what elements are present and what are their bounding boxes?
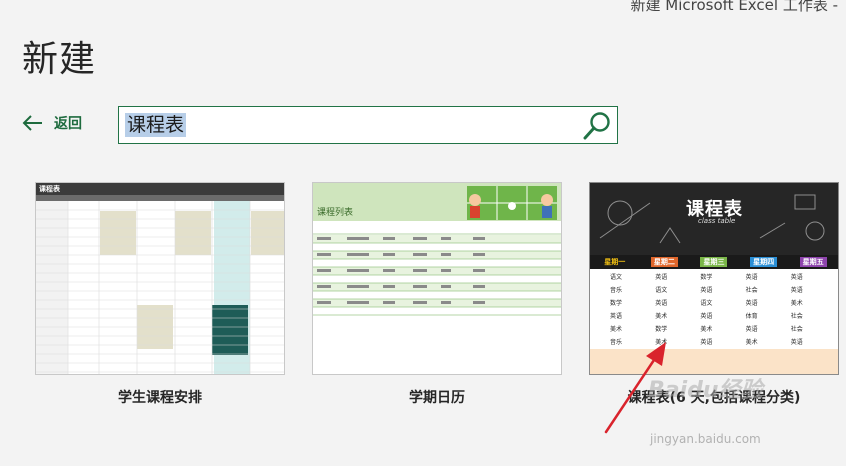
thumb-banner: 课程列表 [313,183,561,221]
window-title: 新建 Microsoft Excel 工作表 - [630,0,838,14]
weekday-row: 星期一 星期二 星期三 星期四 星期五 [590,255,838,269]
day-label: 星期二 [650,257,678,267]
template-student-schedule[interactable]: 课程表 学生课程安排 [35,182,285,407]
subject-cell: 语文 [700,300,713,307]
subject-cell: 英语 [700,339,713,346]
template-label: 学生课程安排 [118,390,202,406]
subject-cell: 英语 [655,274,668,281]
back-button[interactable]: 返回 [22,112,82,134]
subject-cell: 语文 [655,287,668,294]
watermark-text: Baidu经验 [648,378,763,403]
subject-cell: 社会 [745,287,758,294]
subject-cell: 美术 [700,326,713,333]
subject-cell: 美术 [655,339,668,346]
subjects-grid: 语文 英语 数学 英语 英语 音乐 语文 英语 社会 英语 数学 英语 语文 英… [590,269,838,349]
search-input[interactable]: 课程表 [118,106,618,144]
subject-cell: 美术 [655,313,668,320]
thumb-title: 课程列表 [317,208,354,218]
subject-cell: 英语 [790,274,803,281]
thumb-title: 课程表 [36,183,284,195]
subject-cell: 美术 [790,300,803,307]
subject-cell: 音乐 [610,339,623,346]
subject-cell: 体育 [745,313,758,320]
page-title: 新建 [22,39,97,80]
subject-cell: 语文 [610,274,623,281]
back-label: 返回 [54,116,82,132]
chalkboard-banner: 课程表 class table [590,183,838,255]
template-thumbnail[interactable]: 课程列表 [312,182,562,375]
calendar-table-graphic [313,221,561,316]
subject-cell: 英语 [745,274,758,281]
subject-cell: 英语 [610,313,623,320]
subject-cell: 社会 [790,326,803,333]
subject-cell: 音乐 [610,287,623,294]
day-label: 星期一 [604,258,626,266]
subject-cell: 英语 [655,300,668,307]
subject-cell: 数学 [655,326,668,333]
watermark-url: jingyan.baidu.com [650,432,761,446]
template-semester-calendar[interactable]: 课程列表 学期日历 [312,182,562,407]
search-input-value[interactable]: 课程表 [125,113,187,137]
template-thumbnail[interactable]: 课程表 class table 星期一 星期二 星期三 星期四 星期五 语文 英… [589,182,839,375]
day-label: 星期四 [750,257,778,267]
subject-cell: 社会 [790,313,803,320]
subject-cell: 英语 [790,287,803,294]
search-icon[interactable] [581,110,613,142]
kids-illustration [467,186,557,220]
subject-cell: 英语 [700,313,713,320]
subject-cell: 英语 [700,287,713,294]
template-thumbnail[interactable]: 课程表 [35,182,285,375]
back-arrow-icon [22,115,42,131]
subject-cell: 英语 [790,339,803,346]
day-label: 星期三 [700,257,728,267]
subject-cell: 英语 [745,326,758,333]
thumb-subtitle: class table [698,217,736,225]
day-label: 星期五 [799,257,827,267]
subject-cell: 数学 [700,274,713,281]
subject-cell: 美术 [610,326,623,333]
subject-cell: 美术 [745,339,758,346]
subject-cell: 英语 [745,300,758,307]
subject-cell: 数学 [610,300,623,307]
template-label: 学期日历 [409,390,465,406]
schedule-grid-graphic [36,201,284,374]
